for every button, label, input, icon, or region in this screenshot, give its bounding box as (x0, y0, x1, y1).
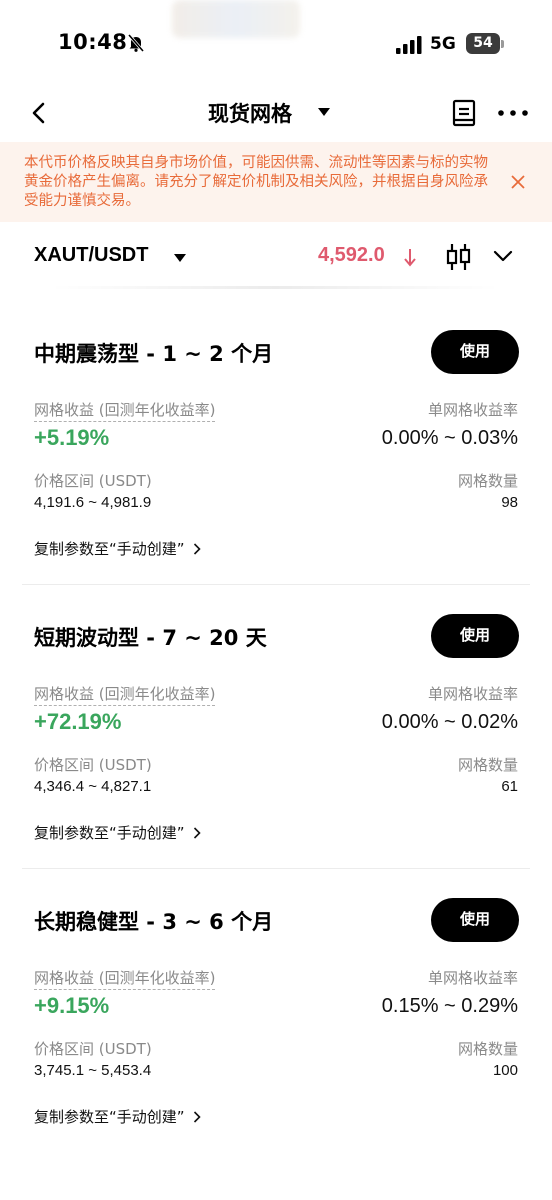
blurred-notification (172, 0, 300, 38)
single-grid-rate-value: 0.00% ~ 0.02% (381, 711, 518, 733)
document-icon[interactable] (452, 99, 476, 127)
price-range-label: 价格区间 (USDT) (34, 472, 152, 490)
nav-bar: 现货网格 (0, 88, 552, 138)
signal-icon (396, 36, 422, 54)
single-grid-rate-value: 0.00% ~ 0.03% (381, 427, 518, 449)
grid-yield-value: +5.19% (34, 425, 110, 450)
strategy-card: 中期震荡型 - 1 ~ 2 个月 使用 网格收益 (回测年化收益率) 单网格收益… (0, 288, 552, 572)
price-range-label: 价格区间 (USDT) (34, 756, 152, 774)
strategy-title: 短期波动型 - 7 ~ 20 天 (34, 626, 267, 650)
strategy-card: 短期波动型 - 7 ~ 20 天 使用 网格收益 (回测年化收益率) 单网格收益… (0, 572, 552, 856)
copy-params-link[interactable]: 复制参数至“手动创建” (34, 538, 201, 559)
title-caret-down-icon[interactable] (318, 108, 330, 116)
copy-params-label: 复制参数至“手动创建” (34, 824, 185, 842)
single-grid-rate-label: 单网格收益率 (427, 685, 518, 703)
more-icon[interactable] (496, 102, 530, 124)
candlestick-chart-icon[interactable] (446, 242, 472, 272)
risk-warning-banner: 本代币价格反映其自身市场价值，可能因供需、流动性等因素与标的实物黄金价格产生偏离… (0, 142, 552, 222)
grid-count-value: 98 (501, 494, 518, 511)
copy-params-link[interactable]: 复制参数至“手动创建” (34, 822, 201, 843)
strategy-card: 长期稳健型 - 3 ~ 6 个月 使用 网格收益 (回测年化收益率) 单网格收益… (0, 856, 552, 1140)
last-price: 4,592.0 (318, 244, 385, 266)
grid-yield-value: +9.15% (34, 993, 110, 1018)
back-arrow-icon[interactable] (28, 100, 50, 126)
pair-caret-down-icon[interactable] (174, 254, 186, 262)
chevron-right-icon (193, 542, 201, 555)
price-range-value: 3,745.1 ~ 5,453.4 (34, 1062, 152, 1079)
status-bar: 10:48 5G 54 (0, 0, 552, 90)
strategy-title: 长期稳健型 - 3 ~ 6 个月 (34, 910, 274, 934)
grid-yield-label[interactable]: 网格收益 (回测年化收益率) (34, 683, 216, 706)
single-grid-rate-label: 单网格收益率 (427, 401, 518, 419)
chevron-right-icon (193, 1110, 201, 1123)
grid-yield-value: +72.19% (34, 709, 122, 734)
grid-yield-label[interactable]: 网格收益 (回测年化收益率) (34, 399, 216, 422)
copy-params-label: 复制参数至“手动创建” (34, 540, 185, 558)
page-title[interactable]: 现货网格 (208, 98, 292, 128)
grid-count-label: 网格数量 (457, 472, 518, 490)
price-range-value: 4,346.4 ~ 4,827.1 (34, 778, 152, 795)
grid-count-label: 网格数量 (457, 1040, 518, 1058)
use-button[interactable]: 使用 (431, 614, 519, 658)
chevron-down-icon[interactable] (493, 249, 513, 263)
bell-muted-icon (127, 34, 145, 52)
use-button[interactable]: 使用 (431, 898, 519, 942)
copy-params-label: 复制参数至“手动创建” (34, 1108, 185, 1126)
close-icon[interactable] (508, 172, 528, 192)
pair-selector[interactable]: XAUT/USDT (34, 244, 148, 267)
status-time: 10:48 (58, 30, 128, 54)
price-down-arrow-icon (404, 249, 416, 267)
network-type: 5G (430, 34, 456, 54)
strategy-title: 中期震荡型 - 1 ~ 2 个月 (34, 342, 274, 366)
single-grid-rate-value: 0.15% ~ 0.29% (381, 995, 518, 1017)
copy-params-link[interactable]: 复制参数至“手动创建” (34, 1106, 201, 1127)
risk-warning-text: 本代币价格反映其自身市场价值，可能因供需、流动性等因素与标的实物黄金价格产生偏离… (24, 155, 488, 209)
chevron-right-icon (193, 826, 201, 839)
pair-row: XAUT/USDT 4,592.0 (0, 236, 552, 280)
battery-icon: 54 (466, 33, 500, 54)
single-grid-rate-label: 单网格收益率 (427, 969, 518, 987)
use-button[interactable]: 使用 (431, 330, 519, 374)
price-range-value: 4,191.6 ~ 4,981.9 (34, 494, 152, 511)
price-range-label: 价格区间 (USDT) (34, 1040, 152, 1058)
battery-tip (501, 40, 504, 48)
grid-count-value: 100 (492, 1062, 518, 1079)
grid-yield-label[interactable]: 网格收益 (回测年化收益率) (34, 967, 216, 990)
grid-count-value: 61 (501, 778, 518, 795)
grid-count-label: 网格数量 (457, 756, 518, 774)
